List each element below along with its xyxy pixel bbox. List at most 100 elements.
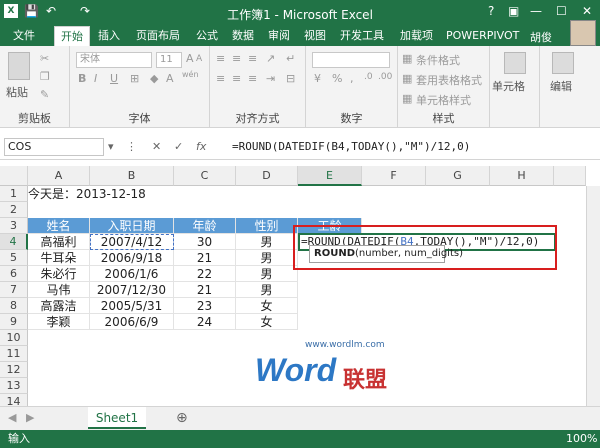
tab-view[interactable]: 视图: [304, 26, 326, 46]
font-size-select[interactable]: 11: [156, 52, 182, 68]
select-all-corner[interactable]: [0, 166, 28, 186]
formula-input[interactable]: =ROUND(DATEDIF(B4,TODAY(),"M")/12,0): [232, 140, 470, 153]
cell-gender[interactable]: 女: [236, 298, 298, 314]
align-top-icon[interactable]: ≡: [216, 52, 225, 65]
cells-button[interactable]: 单元格: [492, 78, 525, 94]
header-cell-name[interactable]: 姓名: [28, 218, 90, 234]
paste-icon[interactable]: [8, 52, 30, 80]
tab-formulas[interactable]: 公式: [196, 26, 218, 46]
name-box[interactable]: COS: [4, 138, 104, 156]
cell-gender[interactable]: 女: [236, 314, 298, 330]
row-header[interactable]: 8: [0, 298, 28, 314]
italic-button[interactable]: I: [94, 72, 97, 85]
tab-addins[interactable]: 加载项: [400, 26, 433, 46]
column-header-h[interactable]: H: [490, 166, 554, 186]
row-header[interactable]: 10: [0, 330, 28, 346]
shrink-font-icon[interactable]: A: [196, 54, 202, 64]
fill-color-icon[interactable]: ◆: [150, 72, 158, 85]
column-header-c[interactable]: C: [174, 166, 236, 186]
prev-sheet-icon[interactable]: ◀: [8, 411, 16, 424]
merge-icon[interactable]: ⊟: [286, 72, 295, 85]
cell-name[interactable]: 牛耳朵: [28, 250, 90, 266]
underline-button[interactable]: U: [110, 72, 118, 85]
row-header[interactable]: 3: [0, 218, 28, 234]
cell-gender[interactable]: 男: [236, 234, 298, 250]
align-bottom-icon[interactable]: ≡: [248, 52, 257, 65]
border-icon[interactable]: ⊞: [130, 72, 139, 85]
align-center-icon[interactable]: ≡: [232, 72, 241, 85]
header-cell-age[interactable]: 年龄: [174, 218, 236, 234]
tab-powerpivot[interactable]: POWERPIVOT: [446, 26, 519, 46]
cell-join-date[interactable]: 2007/12/30: [90, 282, 174, 298]
edit-button[interactable]: 编辑: [550, 78, 572, 94]
cut-icon[interactable]: ✂: [40, 52, 49, 65]
wrap-text-icon[interactable]: ↵: [286, 52, 295, 65]
user-name[interactable]: 胡俊: [530, 29, 552, 45]
tab-page-layout[interactable]: 页面布局: [136, 26, 180, 46]
cancel-button[interactable]: ✕: [152, 140, 161, 153]
vertical-scrollbar[interactable]: [586, 186, 600, 406]
header-cell-gender[interactable]: 性别: [236, 218, 298, 234]
phonetic-icon[interactable]: wén: [182, 70, 199, 79]
row-header[interactable]: 4: [0, 234, 28, 250]
increase-decimal-icon[interactable]: .0: [364, 72, 373, 82]
cell-name[interactable]: 马伟: [28, 282, 90, 298]
cell-age[interactable]: 22: [174, 266, 236, 282]
cell-join-date[interactable]: 2005/5/31: [90, 298, 174, 314]
close-button[interactable]: ✕: [582, 4, 592, 18]
paste-label[interactable]: 粘贴: [6, 84, 28, 100]
row-header[interactable]: 11: [0, 346, 28, 362]
row-header[interactable]: 13: [0, 378, 28, 394]
header-cell-join-date[interactable]: 入职日期: [90, 218, 174, 234]
orientation-icon[interactable]: ↗: [266, 52, 275, 65]
column-header-i[interactable]: [554, 166, 586, 186]
number-format-select[interactable]: [312, 52, 390, 68]
tab-file[interactable]: 文件: [0, 26, 48, 46]
add-sheet-icon[interactable]: ⊕: [176, 410, 188, 426]
cell-age[interactable]: 24: [174, 314, 236, 330]
tab-insert[interactable]: 插入: [98, 26, 120, 46]
cell-name[interactable]: 高福利: [28, 234, 90, 250]
row-header[interactable]: 2: [0, 202, 28, 218]
cell-age[interactable]: 21: [174, 250, 236, 266]
cell-name[interactable]: 高露洁: [28, 298, 90, 314]
cells-icon[interactable]: [504, 52, 526, 74]
cell-age[interactable]: 23: [174, 298, 236, 314]
table-format-button[interactable]: 套用表格格式: [416, 72, 482, 88]
enter-button[interactable]: ✓: [174, 140, 183, 153]
font-name-select[interactable]: 宋体: [76, 52, 152, 68]
cell-gender[interactable]: 男: [236, 282, 298, 298]
cell-join-date[interactable]: 2006/6/9: [90, 314, 174, 330]
comma-icon[interactable]: ,: [350, 72, 354, 85]
decrease-decimal-icon[interactable]: .00: [378, 72, 392, 82]
align-right-icon[interactable]: ≡: [248, 72, 257, 85]
cell-name[interactable]: 李颖: [28, 314, 90, 330]
font-color-icon[interactable]: A: [166, 72, 174, 85]
column-header-f[interactable]: F: [362, 166, 426, 186]
row-header[interactable]: 6: [0, 266, 28, 282]
row-header[interactable]: 1: [0, 186, 28, 202]
format-painter-icon[interactable]: ✎: [40, 88, 49, 101]
align-left-icon[interactable]: ≡: [216, 72, 225, 85]
minimize-button[interactable]: —: [530, 4, 542, 18]
cell-age[interactable]: 30: [174, 234, 236, 250]
zoom-level[interactable]: 100%: [566, 430, 597, 448]
column-header-e[interactable]: E: [298, 166, 362, 186]
currency-icon[interactable]: ¥: [314, 72, 321, 85]
column-header-d[interactable]: D: [236, 166, 298, 186]
insert-function-button[interactable]: fx: [196, 140, 206, 153]
cell-name[interactable]: 朱必行: [28, 266, 90, 282]
edit-icon[interactable]: [552, 52, 574, 74]
cell-gender[interactable]: 男: [236, 250, 298, 266]
column-header-b[interactable]: B: [90, 166, 174, 186]
row-header[interactable]: 5: [0, 250, 28, 266]
row-header[interactable]: 12: [0, 362, 28, 378]
bold-button[interactable]: B: [78, 72, 86, 85]
user-avatar[interactable]: [570, 20, 596, 46]
percent-icon[interactable]: %: [332, 72, 342, 85]
row-header[interactable]: 9: [0, 314, 28, 330]
grow-font-icon[interactable]: A: [186, 52, 194, 65]
indent-icon[interactable]: ⇥: [266, 72, 275, 85]
ribbon-options-icon[interactable]: ▣: [508, 4, 519, 18]
help-icon[interactable]: ?: [488, 4, 494, 18]
